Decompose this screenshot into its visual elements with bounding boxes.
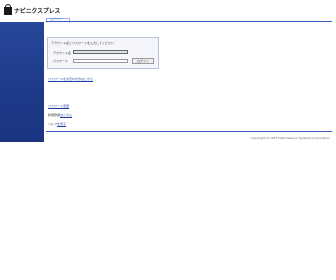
- sidebar: [0, 22, 44, 142]
- logo-text: ナビニクスプレス: [14, 8, 61, 15]
- lock-icon: [4, 3, 12, 15]
- account-input[interactable]: [73, 50, 128, 54]
- login-instructions: アカウント名とパスワードを入力してください: [51, 41, 114, 45]
- copyright: Copyright (C) NTT Data Navinix Systems C…: [250, 136, 330, 140]
- password-change-link[interactable]: パスワード変更: [48, 104, 69, 108]
- login-button[interactable]: ログイン: [132, 58, 154, 64]
- logo[interactable]: ナビニクスプレス: [4, 3, 61, 15]
- help-link[interactable]: を見る: [57, 122, 66, 126]
- help-line: ヘルプを見る: [48, 122, 66, 126]
- login-form: アカウント名とパスワードを入力してください アカウント名 パスワード ログイン: [47, 37, 159, 69]
- register-link[interactable]: はこちら: [60, 113, 72, 117]
- footer-rule: [46, 131, 332, 132]
- account-label: アカウント名: [53, 51, 72, 55]
- register-prefix: 新規登録: [48, 113, 61, 117]
- tab-rule: [46, 21, 332, 22]
- register-line: 新規登録はこちら: [48, 113, 72, 117]
- help-prefix: ヘルプ: [48, 122, 58, 126]
- password-input[interactable]: [73, 59, 128, 63]
- password-label: パスワード: [53, 59, 69, 63]
- forgot-password-link[interactable]: パスワードをお忘れの方はこちら: [48, 77, 93, 81]
